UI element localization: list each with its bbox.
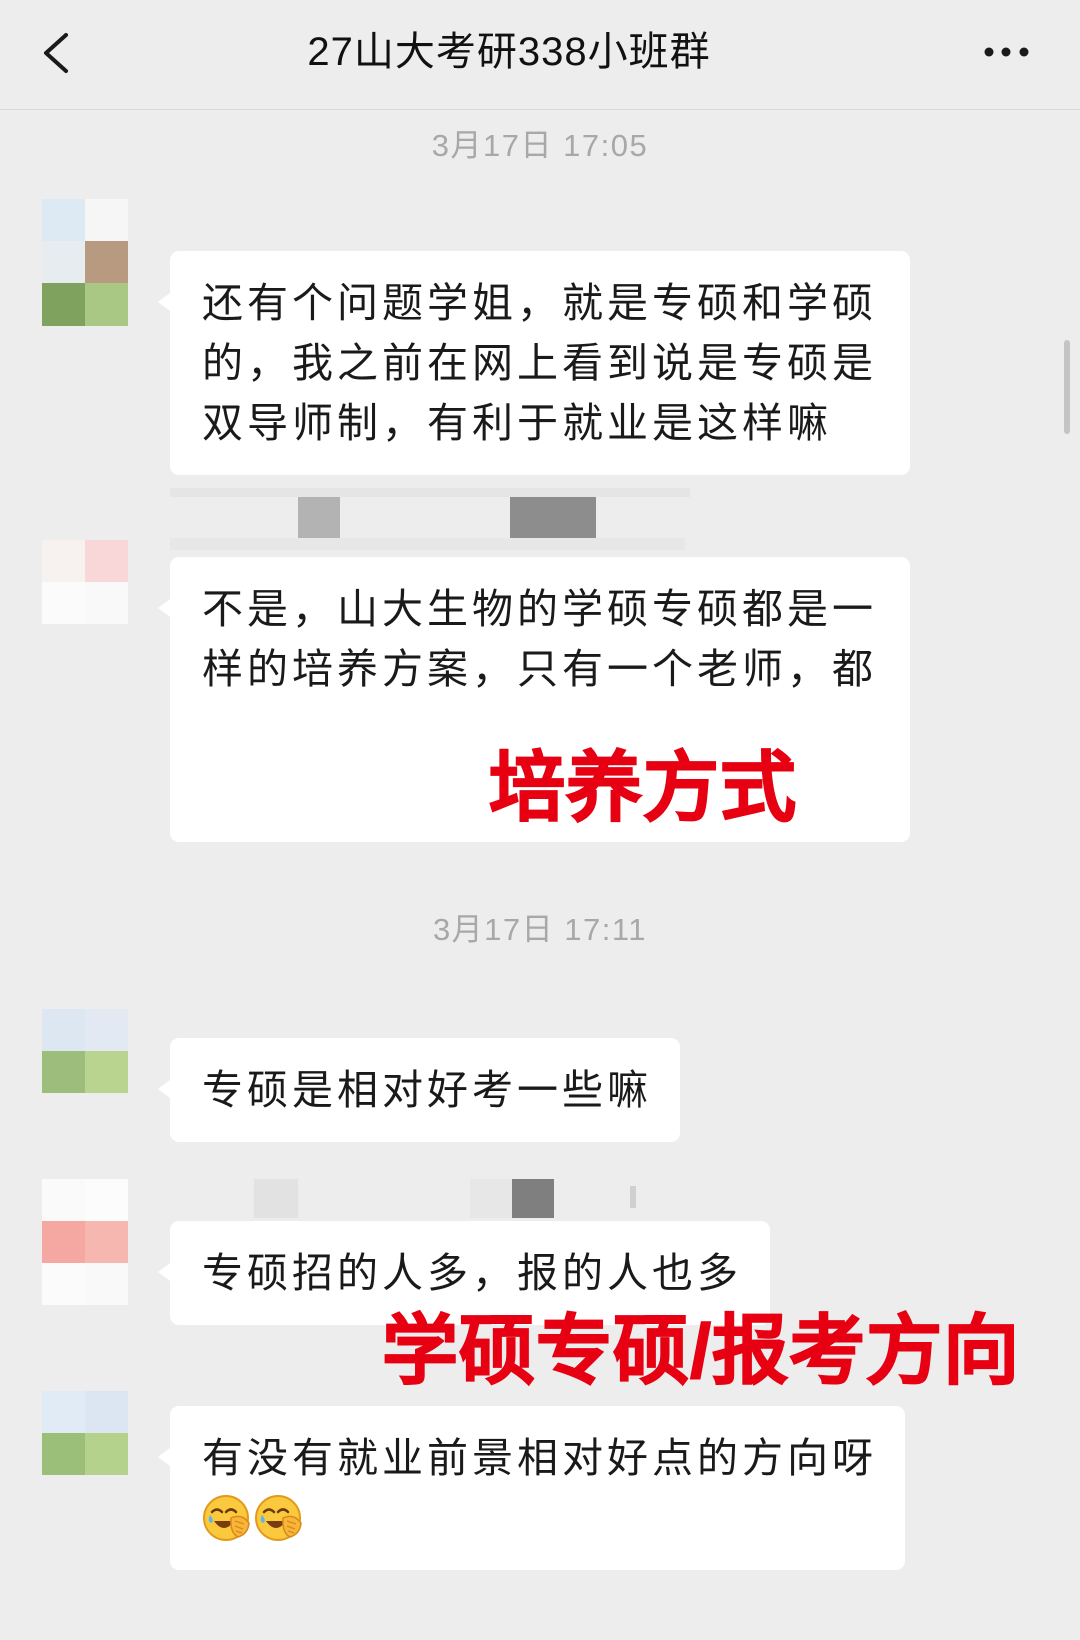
- message-bubble[interactable]: 专硕是相对好考一些嘛: [158, 1038, 680, 1142]
- timestamp: 3月17日 17:05: [431, 128, 649, 163]
- back-button[interactable]: [38, 30, 78, 76]
- annotation-degree-direction: 学硕专硕/报考方向: [381, 1308, 1021, 1395]
- emoji-row: [202, 1488, 877, 1548]
- facepalm-emoji-icon: [203, 1495, 250, 1541]
- message-bubble[interactable]: 还有个问题学姐，就是专硕和学硕的，我之前在网上看到说是专硕是双导师制，有利于就业…: [158, 251, 910, 475]
- message-text: 有没有就业前景相对好点的方向呀: [202, 1435, 877, 1481]
- chat-title: 27山大考研338小班群: [307, 30, 711, 74]
- annotation-training-mode: 培养方式: [488, 745, 797, 832]
- avatar[interactable]: [42, 1179, 128, 1305]
- timestamp: 3月17日 17:11: [432, 912, 648, 947]
- message-bubble[interactable]: 有没有就业前景相对好点的方向呀: [158, 1406, 905, 1570]
- more-button[interactable]: [976, 40, 1038, 64]
- facepalm-emoji-icon: [255, 1495, 302, 1541]
- scrollbar[interactable]: [1064, 340, 1070, 434]
- avatar[interactable]: [42, 1391, 128, 1475]
- chevron-left-icon: [44, 33, 68, 73]
- avatar[interactable]: [42, 540, 128, 624]
- chat-header: 27山大考研338小班群: [0, 0, 1080, 110]
- message-text: 专硕招的人多，报的人也多: [202, 1250, 742, 1296]
- avatar[interactable]: [42, 1009, 128, 1093]
- message-text: 还有个问题学姐，就是专硕和学硕的，我之前在网上看到说是专硕是双导师制，有利于就业…: [202, 280, 877, 446]
- message-text: 专硕是相对好考一些嘛: [202, 1067, 652, 1113]
- avatar[interactable]: [42, 199, 128, 326]
- message-text: 不是，山大生物的学硕专硕都是一样的培养方案，只有一个老师，都: [202, 586, 877, 692]
- more-icon: [984, 47, 1029, 57]
